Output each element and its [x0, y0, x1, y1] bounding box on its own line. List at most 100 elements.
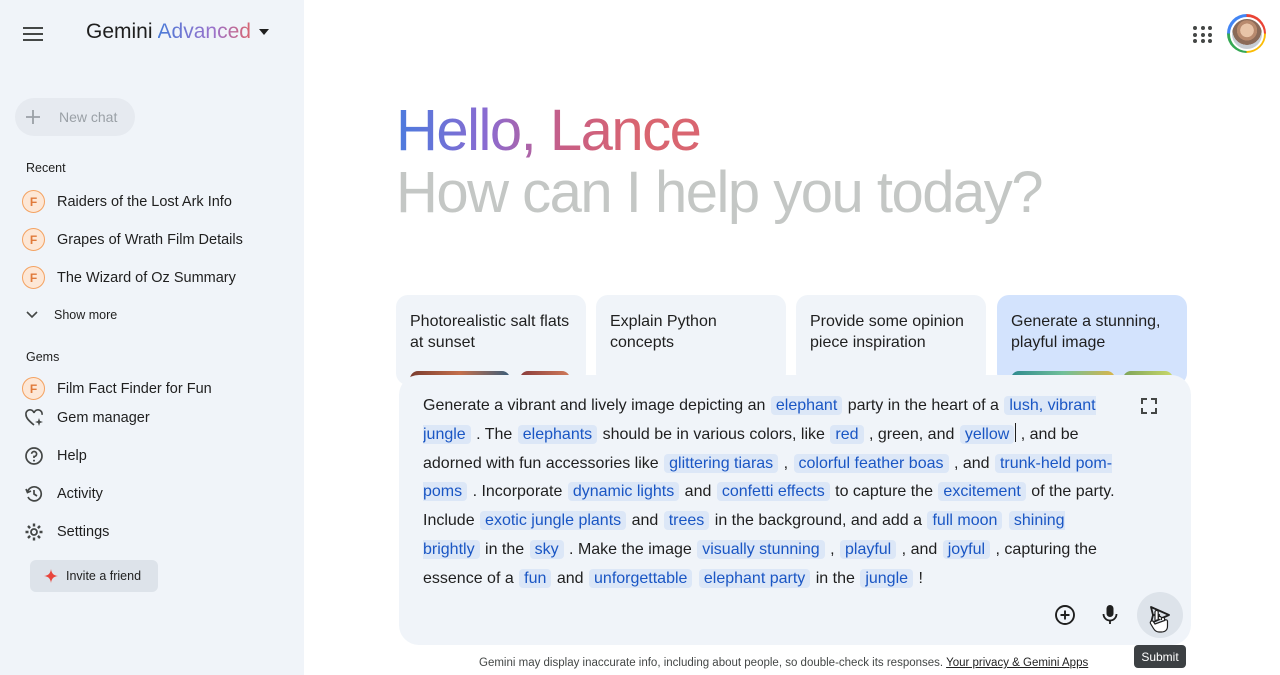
- prompt-text-segment: . The: [471, 425, 517, 443]
- prompt-chip[interactable]: glittering tiaras: [664, 453, 779, 473]
- microphone-button[interactable]: [1092, 597, 1128, 633]
- prompt-chip[interactable]: red: [830, 424, 864, 444]
- prompt-text-segment: . Make the image: [564, 540, 697, 558]
- prompt-chip[interactable]: jungle: [860, 568, 914, 588]
- activity-item[interactable]: Activity: [22, 482, 103, 505]
- prompt-chip[interactable]: visually stunning: [697, 539, 825, 559]
- prompt-chip[interactable]: dynamic lights: [567, 482, 680, 502]
- invite-friend-button[interactable]: Invite a friend: [30, 560, 158, 592]
- chat-badge: F: [22, 190, 45, 213]
- account-avatar[interactable]: [1227, 14, 1266, 53]
- prompt-text-segment: in the background, and add a: [710, 512, 927, 530]
- suggestion-card[interactable]: Photorealistic salt flats at sunset: [396, 295, 586, 385]
- greeting-subtitle: How can I help you today?: [396, 160, 1044, 225]
- dropdown-caret-icon: [258, 29, 269, 35]
- main-menu-button[interactable]: [16, 17, 50, 51]
- prompt-input[interactable]: Generate a vibrant and lively image depi…: [423, 392, 1123, 588]
- settings-label: Settings: [57, 523, 110, 540]
- new-chat-button[interactable]: New chat: [15, 98, 135, 136]
- card-label: Photorealistic salt flats at sunset: [410, 313, 570, 351]
- prompt-text-segment: should be in various colors, like: [598, 425, 830, 443]
- prompt-chip[interactable]: trees: [663, 511, 710, 531]
- disclaimer: Gemini may display inaccurate info, incl…: [479, 657, 1088, 669]
- google-apps-button[interactable]: [1188, 21, 1214, 47]
- privacy-link[interactable]: Your privacy & Gemini Apps: [946, 657, 1088, 669]
- prompt-chip[interactable]: fun: [519, 568, 552, 588]
- submit-tooltip: Submit: [1134, 645, 1186, 668]
- sparkle-icon: [44, 569, 58, 583]
- expand-icon: [1141, 398, 1157, 414]
- suggestion-card-selected[interactable]: Generate a stunning, playful image: [997, 295, 1187, 385]
- hand-pointer-cursor-icon: [1149, 609, 1169, 633]
- prompt-chip[interactable]: elephant party: [698, 568, 811, 588]
- prompt-chip[interactable]: confetti effects: [716, 482, 830, 502]
- prompt-chip[interactable]: unforgettable: [589, 568, 693, 588]
- brand-name: Gemini: [86, 20, 153, 43]
- recent-chat-label: The Wizard of Oz Summary: [57, 269, 236, 286]
- model-switcher[interactable]: Gemini Advanced: [86, 20, 269, 44]
- history-icon: [22, 482, 45, 505]
- gem-label: Film Fact Finder for Fun: [57, 380, 212, 397]
- new-chat-label: New chat: [59, 109, 118, 125]
- brand-tier: Advanced: [157, 20, 251, 43]
- prompt-chip[interactable]: elephants: [517, 424, 598, 444]
- prompt-chip[interactable]: excitement: [938, 482, 1026, 502]
- prompt-text-segment: to capture the: [830, 483, 938, 501]
- prompt-text-segment: , and: [897, 540, 942, 558]
- invite-label: Invite a friend: [66, 569, 142, 583]
- prompt-text-segment: [1003, 512, 1007, 529]
- prompt-text-segment: party in the heart of a: [843, 397, 1004, 414]
- avatar-image: [1229, 16, 1264, 51]
- prompt-chip[interactable]: joyful: [942, 539, 991, 559]
- prompt-text-segment: , green, and: [864, 425, 959, 443]
- recent-chat-label: Grapes of Wrath Film Details: [57, 231, 243, 248]
- prompt-text-segment: Generate a vibrant and lively image depi…: [423, 397, 770, 414]
- gem-manager-item[interactable]: Gem manager: [22, 406, 150, 429]
- chevron-down-icon: [26, 311, 38, 319]
- disclaimer-text: Gemini may display inaccurate info, incl…: [479, 657, 944, 669]
- prompt-text-segment: ,: [825, 540, 839, 558]
- prompt-chip[interactable]: sky: [529, 539, 564, 559]
- show-more-button[interactable]: Show more: [26, 308, 117, 322]
- prompt-text-segment: and: [680, 483, 716, 501]
- help-item[interactable]: Help: [22, 444, 87, 467]
- card-label: Generate a stunning, playful image: [1011, 313, 1161, 351]
- hamburger-icon: [23, 27, 43, 41]
- gem-manager-icon: [22, 406, 45, 429]
- prompt-text-segment: in the: [480, 540, 529, 558]
- prompt-chip[interactable]: yellow: [959, 424, 1015, 444]
- suggestion-card[interactable]: Explain Python concepts: [596, 295, 786, 385]
- recent-chat-label: Raiders of the Lost Ark Info: [57, 193, 232, 210]
- prompt-chip[interactable]: exotic jungle plants: [480, 511, 627, 531]
- recent-chat-item[interactable]: F Raiders of the Lost Ark Info: [22, 190, 232, 213]
- gem-item[interactable]: F Film Fact Finder for Fun: [22, 377, 212, 400]
- gems-label: Gems: [26, 350, 60, 364]
- recent-chat-item[interactable]: F The Wizard of Oz Summary: [22, 266, 236, 289]
- card-label: Explain Python concepts: [610, 313, 717, 351]
- plus-icon: [26, 110, 40, 124]
- suggestion-card[interactable]: Provide some opinion piece inspiration: [796, 295, 986, 385]
- prompt-chip[interactable]: full moon: [927, 511, 1003, 531]
- settings-item[interactable]: Settings: [22, 520, 109, 543]
- prompt-text-segment: , and: [949, 454, 994, 472]
- help-icon: [22, 444, 45, 467]
- prompt-text-segment: [693, 570, 697, 587]
- gear-icon: [22, 520, 45, 543]
- prompt-text-segment: . Incorporate: [468, 483, 567, 501]
- help-label: Help: [57, 447, 87, 464]
- prompt-chip[interactable]: colorful feather boas: [793, 453, 949, 473]
- prompt-chip[interactable]: elephant: [770, 396, 843, 415]
- expand-button[interactable]: [1138, 395, 1160, 417]
- chat-badge: F: [22, 228, 45, 251]
- add-attachment-button[interactable]: [1047, 597, 1083, 633]
- card-label: Provide some opinion piece inspiration: [810, 313, 964, 351]
- prompt-chip[interactable]: playful: [839, 539, 897, 559]
- recent-chat-item[interactable]: F Grapes of Wrath Film Details: [22, 228, 243, 251]
- add-circle-icon: [1055, 605, 1075, 625]
- show-more-label: Show more: [54, 308, 118, 322]
- prompt-text-segment: and: [627, 512, 663, 530]
- prompt-text-segment: ,: [779, 454, 793, 472]
- prompt-text-segment: and: [552, 569, 589, 587]
- prompt-box: Generate a vibrant and lively image depi…: [399, 375, 1191, 645]
- chat-badge: F: [22, 266, 45, 289]
